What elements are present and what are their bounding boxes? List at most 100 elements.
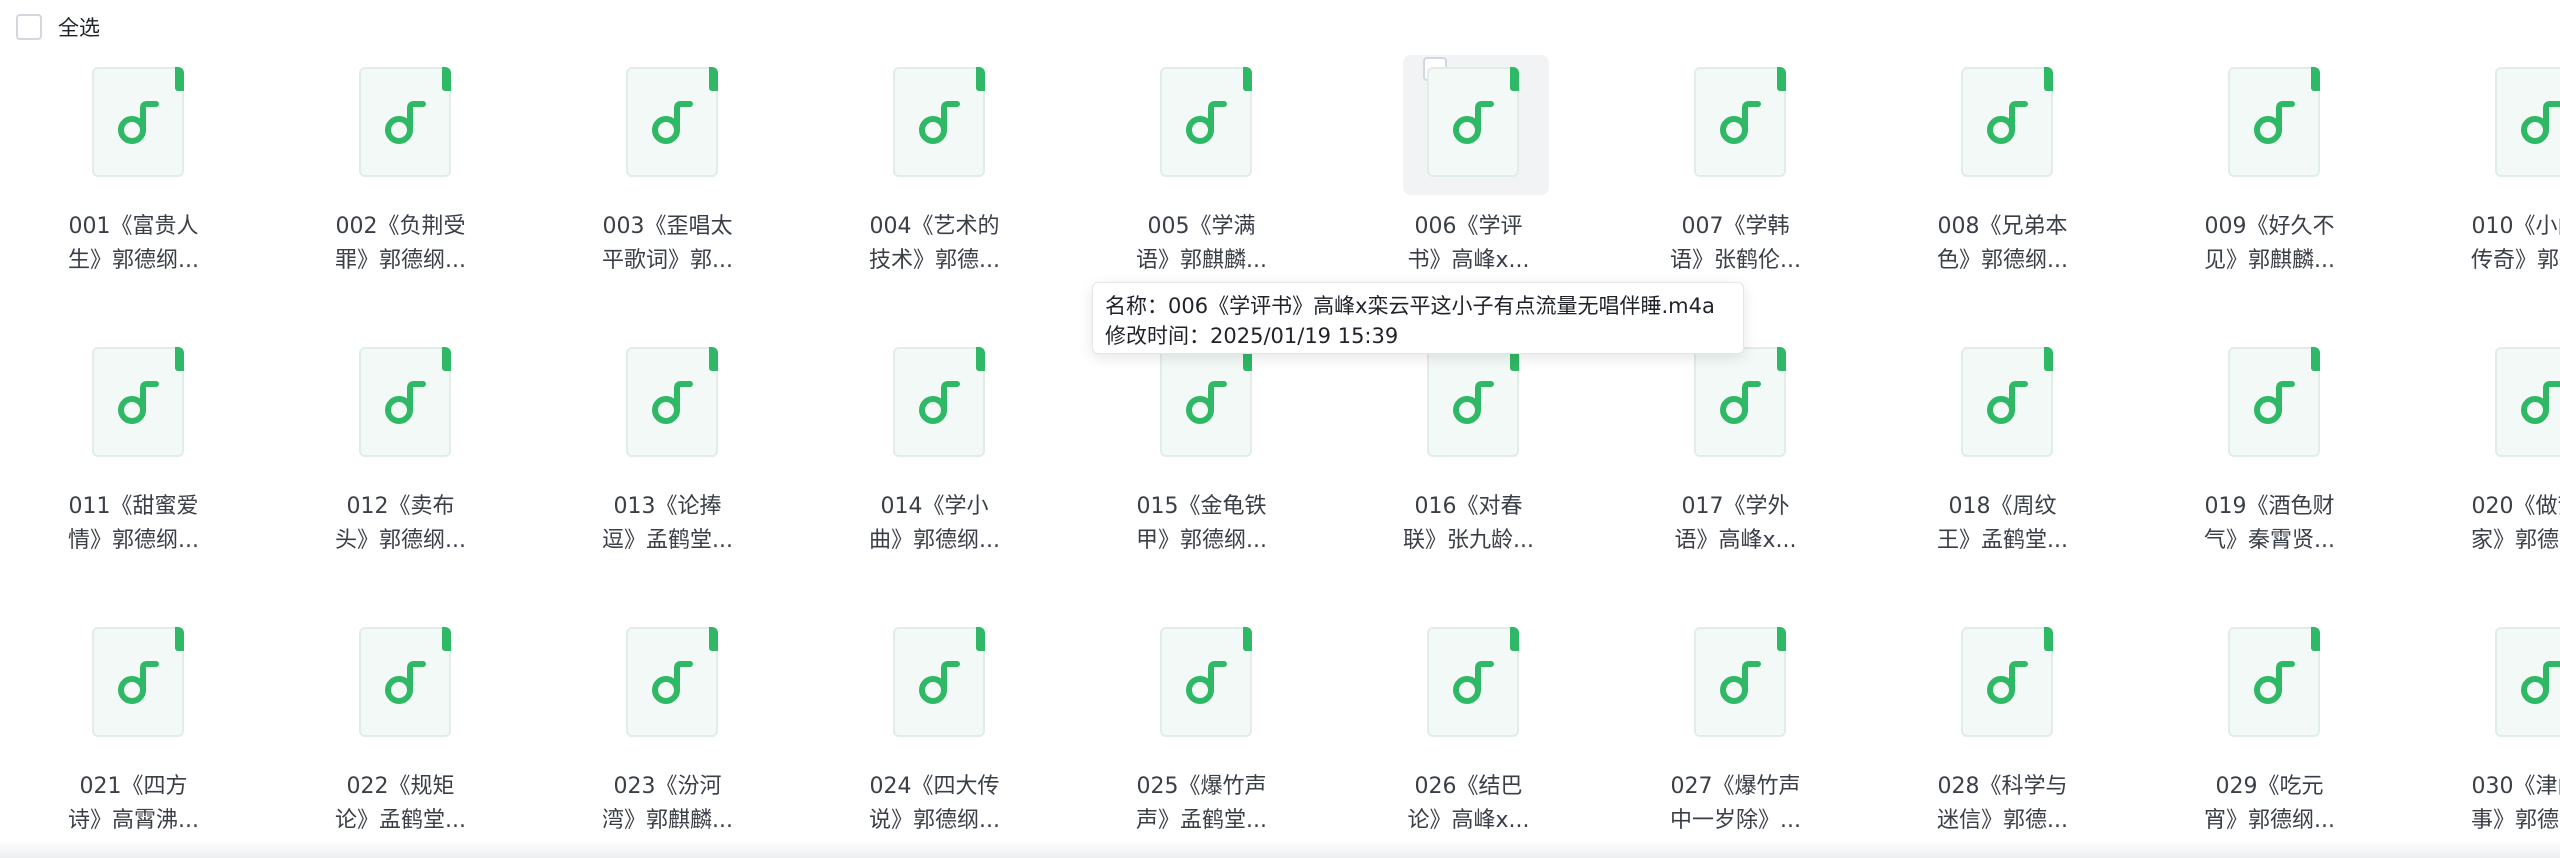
file-icon-wrap[interactable] <box>2471 55 2560 195</box>
music-note-icon <box>919 661 960 704</box>
file-icon-wrap[interactable] <box>602 335 748 475</box>
file-name-line2: 罪》郭德纲... <box>335 248 466 273</box>
file-name-line1: 014《学小 <box>880 494 989 519</box>
file-icon-wrap[interactable] <box>1136 615 1282 755</box>
file-item[interactable]: 019《酒色财 气》秦霄贤... <box>2136 335 2403 615</box>
file-icon-wrap[interactable] <box>1136 335 1282 475</box>
file-tab <box>442 627 451 651</box>
file-item[interactable]: 014《学小 曲》郭德纲... <box>801 335 1068 615</box>
file-icon-wrap[interactable] <box>2471 615 2560 755</box>
file-name: 027《爆竹声 中一岁除》... <box>1602 770 1869 838</box>
file-item[interactable]: 015《金龟铁 甲》郭德纲... <box>1068 335 1335 615</box>
file-icon-wrap[interactable] <box>1937 55 2083 195</box>
music-note-icon <box>2254 101 2295 144</box>
file-item[interactable]: 026《结巴 论》高峰x... <box>1335 615 1602 858</box>
file-name: 017《学外 语》高峰x... <box>1602 490 1869 558</box>
file-item[interactable]: 029《吃元 宵》郭德纲... <box>2136 615 2403 858</box>
file-item[interactable]: 012《卖布 头》郭德纲... <box>267 335 534 615</box>
file-icon-wrap[interactable] <box>602 615 748 755</box>
file-icon-wrap[interactable] <box>1670 55 1816 195</box>
file-name: 011《甜蜜爱 情》郭德纲... <box>0 490 267 558</box>
file-icon-wrap[interactable] <box>1937 615 2083 755</box>
file-name-line2: 平歌词》郭... <box>602 248 733 273</box>
file-icon-wrap[interactable] <box>1136 55 1282 195</box>
select-all-checkbox[interactable] <box>16 14 42 40</box>
file-item[interactable]: 001《富贵人 生》郭德纲... <box>0 55 267 335</box>
file-name-line2: 语》张鹤伦... <box>1670 248 1801 273</box>
file-icon-wrap[interactable] <box>1670 335 1816 475</box>
file-icon-wrap[interactable] <box>68 55 214 195</box>
file-icon-wrap[interactable] <box>335 55 481 195</box>
file-icon-wrap[interactable] <box>1403 55 1549 195</box>
audio-file-icon <box>1427 627 1519 737</box>
music-note-icon <box>652 381 693 424</box>
file-tab <box>1777 347 1786 371</box>
file-name: 008《兄弟本 色》郭德纲... <box>1869 210 2136 278</box>
file-icon-wrap[interactable] <box>1403 615 1549 755</box>
file-icon-wrap[interactable] <box>68 335 214 475</box>
audio-file-icon <box>626 627 718 737</box>
file-item[interactable]: 027《爆竹声 中一岁除》... <box>1602 615 1869 858</box>
file-name: 016《对春 联》张九龄... <box>1335 490 1602 558</box>
file-item[interactable]: 009《好久不 见》郭麒麟... <box>2136 55 2403 335</box>
file-icon-wrap[interactable] <box>869 335 1015 475</box>
file-name-line1: 028《科学与 <box>1937 774 2068 799</box>
file-name-line2: 诗》高霄沸... <box>68 808 199 833</box>
file-item[interactable]: 016《对春 联》张九龄... <box>1335 335 1602 615</box>
file-name-line1: 012《卖布 <box>346 494 455 519</box>
file-tab <box>1510 627 1519 651</box>
file-name: 009《好久不 见》郭麒麟... <box>2136 210 2403 278</box>
file-name-line2: 色》郭德纲... <box>1937 248 2068 273</box>
file-name-line2: 曲》郭德纲... <box>869 528 1000 553</box>
file-icon-wrap[interactable] <box>335 335 481 475</box>
file-name-line2: 宵》郭德纲... <box>2204 808 2335 833</box>
file-icon-wrap[interactable] <box>1403 335 1549 475</box>
select-all[interactable]: 全选 <box>16 12 100 42</box>
file-item[interactable]: 010《小曲儿 传奇》郭德... <box>2403 55 2560 335</box>
file-tab <box>1777 67 1786 91</box>
file-icon-wrap[interactable] <box>335 615 481 755</box>
file-item[interactable]: 021《四方 诗》高霄沸... <box>0 615 267 858</box>
audio-file-icon <box>1961 347 2053 457</box>
music-note-icon <box>2254 381 2295 424</box>
file-tab <box>2311 347 2320 371</box>
file-item[interactable]: 004《艺术的 技术》郭德... <box>801 55 1068 335</box>
file-item[interactable]: 013《论捧 逗》孟鹤堂... <box>534 335 801 615</box>
file-icon-wrap[interactable] <box>2204 335 2350 475</box>
audio-file-icon <box>1694 67 1786 177</box>
file-icon-wrap[interactable] <box>869 615 1015 755</box>
file-item[interactable]: 003《歪唱太 平歌词》郭... <box>534 55 801 335</box>
file-icon-wrap[interactable] <box>602 55 748 195</box>
file-item[interactable]: 011《甜蜜爱 情》郭德纲... <box>0 335 267 615</box>
file-name: 006《学评 书》高峰x... <box>1335 210 1602 278</box>
file-name: 019《酒色财 气》秦霄贤... <box>2136 490 2403 558</box>
audio-file-icon <box>2495 347 2560 457</box>
file-icon-wrap[interactable] <box>68 615 214 755</box>
file-name-line2: 中一岁除》... <box>1670 808 1801 833</box>
file-icon-wrap[interactable] <box>2204 55 2350 195</box>
file-item[interactable]: 023《汾河 湾》郭麒麟... <box>534 615 801 858</box>
file-item[interactable]: 017《学外 语》高峰x... <box>1602 335 1869 615</box>
file-icon-wrap[interactable] <box>1937 335 2083 475</box>
audio-file-icon <box>1427 67 1519 177</box>
file-item[interactable]: 028《科学与 迷信》郭德... <box>1869 615 2136 858</box>
file-tab <box>709 627 718 651</box>
file-tab <box>976 347 985 371</box>
file-icon-wrap[interactable] <box>2471 335 2560 475</box>
file-item[interactable]: 030《津门诡 事》郭德纲... <box>2403 615 2560 858</box>
file-item[interactable]: 008《兄弟本 色》郭德纲... <box>1869 55 2136 335</box>
music-note-icon <box>652 101 693 144</box>
file-icon-wrap[interactable] <box>2204 615 2350 755</box>
file-icon-wrap[interactable] <box>869 55 1015 195</box>
file-item[interactable]: 002《负荆受 罪》郭德纲... <box>267 55 534 335</box>
file-name-line2: 迷信》郭德... <box>1937 808 2068 833</box>
file-item[interactable]: 018《周纹 王》孟鹤堂... <box>1869 335 2136 615</box>
file-item[interactable]: 022《规矩 论》孟鹤堂... <box>267 615 534 858</box>
audio-file-icon <box>359 347 451 457</box>
file-item[interactable]: 020《做梦专 家》郭德纲... <box>2403 335 2560 615</box>
file-tab <box>442 347 451 371</box>
file-item[interactable]: 024《四大传 说》郭德纲... <box>801 615 1068 858</box>
file-item[interactable]: 025《爆竹声 声》孟鹤堂... <box>1068 615 1335 858</box>
file-name: 015《金龟铁 甲》郭德纲... <box>1068 490 1335 558</box>
file-icon-wrap[interactable] <box>1670 615 1816 755</box>
